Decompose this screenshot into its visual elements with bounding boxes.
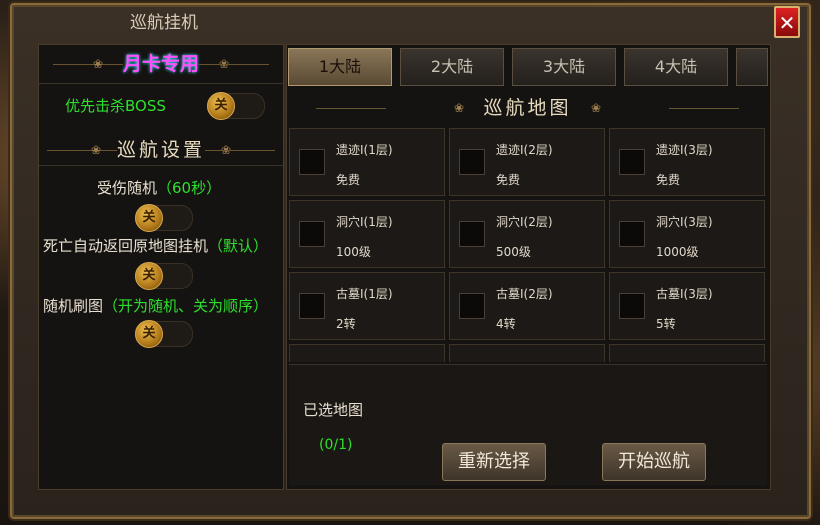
toggle-knob: 关 <box>135 262 163 290</box>
selected-maps-label: 已选地图 <box>303 401 364 419</box>
random-map-toggle[interactable]: 关 <box>135 320 193 348</box>
divider <box>47 150 117 151</box>
start-cruise-button[interactable]: 开始巡航 <box>602 443 706 481</box>
ornament-icon: ❀ <box>454 101 465 115</box>
settings-panel: ❀ 月卡专用 ❀ 优先击杀BOSS 关 ❀ 巡航设置 ❀ 受伤随机（60秒） 关… <box>38 44 284 490</box>
map-requirement: 免费 <box>496 173 521 187</box>
month-card-header: ❀ 月卡专用 ❀ <box>39 49 283 79</box>
map-cell[interactable]: 洞穴Ⅰ(1层) 100级 <box>289 200 445 268</box>
map-cell[interactable]: 洞穴Ⅰ(3层) 1000级 <box>609 200 765 268</box>
map-checkbox[interactable] <box>619 149 645 175</box>
month-card-label: 月卡专用 <box>122 53 199 75</box>
map-grid: 遗迹Ⅰ(1层) 免费 遗迹Ⅰ(2层) 免费 遗迹Ⅰ(3层) 免费 洞穴Ⅰ(1层)… <box>289 128 767 362</box>
map-checkbox[interactable] <box>299 221 325 247</box>
selected-count: (0/1) <box>319 437 353 453</box>
reselect-button[interactable]: 重新选择 <box>442 443 546 481</box>
map-checkbox[interactable] <box>299 293 325 319</box>
map-checkbox[interactable] <box>459 149 485 175</box>
random-map-label: 随机刷图（开为随机、关为顺序） <box>43 297 269 315</box>
tab-continent-3[interactable]: 3大陆 <box>512 48 616 86</box>
tab-continent-2[interactable]: 2大陆 <box>400 48 504 86</box>
ornament-icon: ❀ <box>91 143 102 157</box>
map-name: 遗迹Ⅰ(2层) <box>496 143 553 157</box>
map-name: 遗迹Ⅰ(1层) <box>336 143 393 157</box>
map-requirement: 免费 <box>336 173 361 187</box>
boss-priority-toggle[interactable]: 关 <box>207 92 265 120</box>
divider <box>205 150 275 151</box>
map-name: 古墓Ⅰ(1层) <box>336 287 393 301</box>
map-requirement: 免费 <box>656 173 681 187</box>
divider <box>316 108 386 109</box>
cruise-map-title: 巡航地图 <box>483 97 572 119</box>
divider <box>53 64 123 65</box>
map-cell-partial[interactable] <box>449 344 605 362</box>
cruise-settings-title: 巡航设置 <box>116 139 205 161</box>
map-name: 洞穴Ⅰ(2层) <box>496 215 553 229</box>
map-cell[interactable]: 古墓Ⅰ(1层) 2转 <box>289 272 445 340</box>
map-name: 洞穴Ⅰ(1层) <box>336 215 393 229</box>
map-requirement: 1000级 <box>656 245 699 259</box>
map-requirement: 5转 <box>656 317 676 331</box>
map-cell[interactable]: 遗迹Ⅰ(1层) 免费 <box>289 128 445 196</box>
boss-priority-label: 优先击杀BOSS <box>65 97 166 115</box>
map-checkbox[interactable] <box>619 293 645 319</box>
map-requirement: 4转 <box>496 317 516 331</box>
map-checkbox[interactable] <box>459 221 485 247</box>
map-cell[interactable]: 遗迹Ⅰ(3层) 免费 <box>609 128 765 196</box>
divider <box>669 108 739 109</box>
toggle-knob: 关 <box>135 320 163 348</box>
cruise-settings-header: ❀ 巡航设置 ❀ <box>39 135 283 165</box>
death-return-toggle[interactable]: 关 <box>135 262 193 290</box>
toggle-knob: 关 <box>207 92 235 120</box>
divider <box>39 165 283 166</box>
cruise-map-header: ❀ 巡航地图 ❀ <box>286 92 769 124</box>
close-button[interactable]: ✕ <box>774 6 800 38</box>
divider <box>39 83 283 84</box>
map-requirement: 2转 <box>336 317 356 331</box>
death-return-label: 死亡自动返回原地图挂机（默认） <box>43 237 269 255</box>
divider <box>199 64 269 65</box>
map-cell-partial[interactable] <box>609 344 765 362</box>
map-name: 古墓Ⅰ(3层) <box>656 287 713 301</box>
tab-continent-4[interactable]: 4大陆 <box>624 48 728 86</box>
injury-random-toggle[interactable]: 关 <box>135 204 193 232</box>
map-checkbox[interactable] <box>299 149 325 175</box>
injury-random-label: 受伤随机（60秒） <box>97 179 222 197</box>
tab-continent-1[interactable]: 1大陆 <box>288 48 392 86</box>
map-requirement: 500级 <box>496 245 531 259</box>
map-checkbox[interactable] <box>459 293 485 319</box>
ornament-icon: ❀ <box>93 57 104 71</box>
map-name: 洞穴Ⅰ(3层) <box>656 215 713 229</box>
map-name: 古墓Ⅰ(2层) <box>496 287 553 301</box>
map-checkbox[interactable] <box>619 221 645 247</box>
ornament-icon: ❀ <box>590 101 601 115</box>
map-cell[interactable]: 洞穴Ⅰ(2层) 500级 <box>449 200 605 268</box>
map-name: 遗迹Ⅰ(3层) <box>656 143 713 157</box>
map-cell-partial[interactable] <box>289 344 445 362</box>
map-requirement: 100级 <box>336 245 371 259</box>
map-cell[interactable]: 古墓Ⅰ(2层) 4转 <box>449 272 605 340</box>
selected-maps-area: 已选地图 (0/1) 重新选择 开始巡航 <box>289 364 767 485</box>
map-cell[interactable]: 古墓Ⅰ(3层) 5转 <box>609 272 765 340</box>
tab-continent-more[interactable] <box>736 48 768 86</box>
toggle-knob: 关 <box>135 204 163 232</box>
window-title: 巡航挂机 <box>130 13 198 33</box>
map-cell[interactable]: 遗迹Ⅰ(2层) 免费 <box>449 128 605 196</box>
